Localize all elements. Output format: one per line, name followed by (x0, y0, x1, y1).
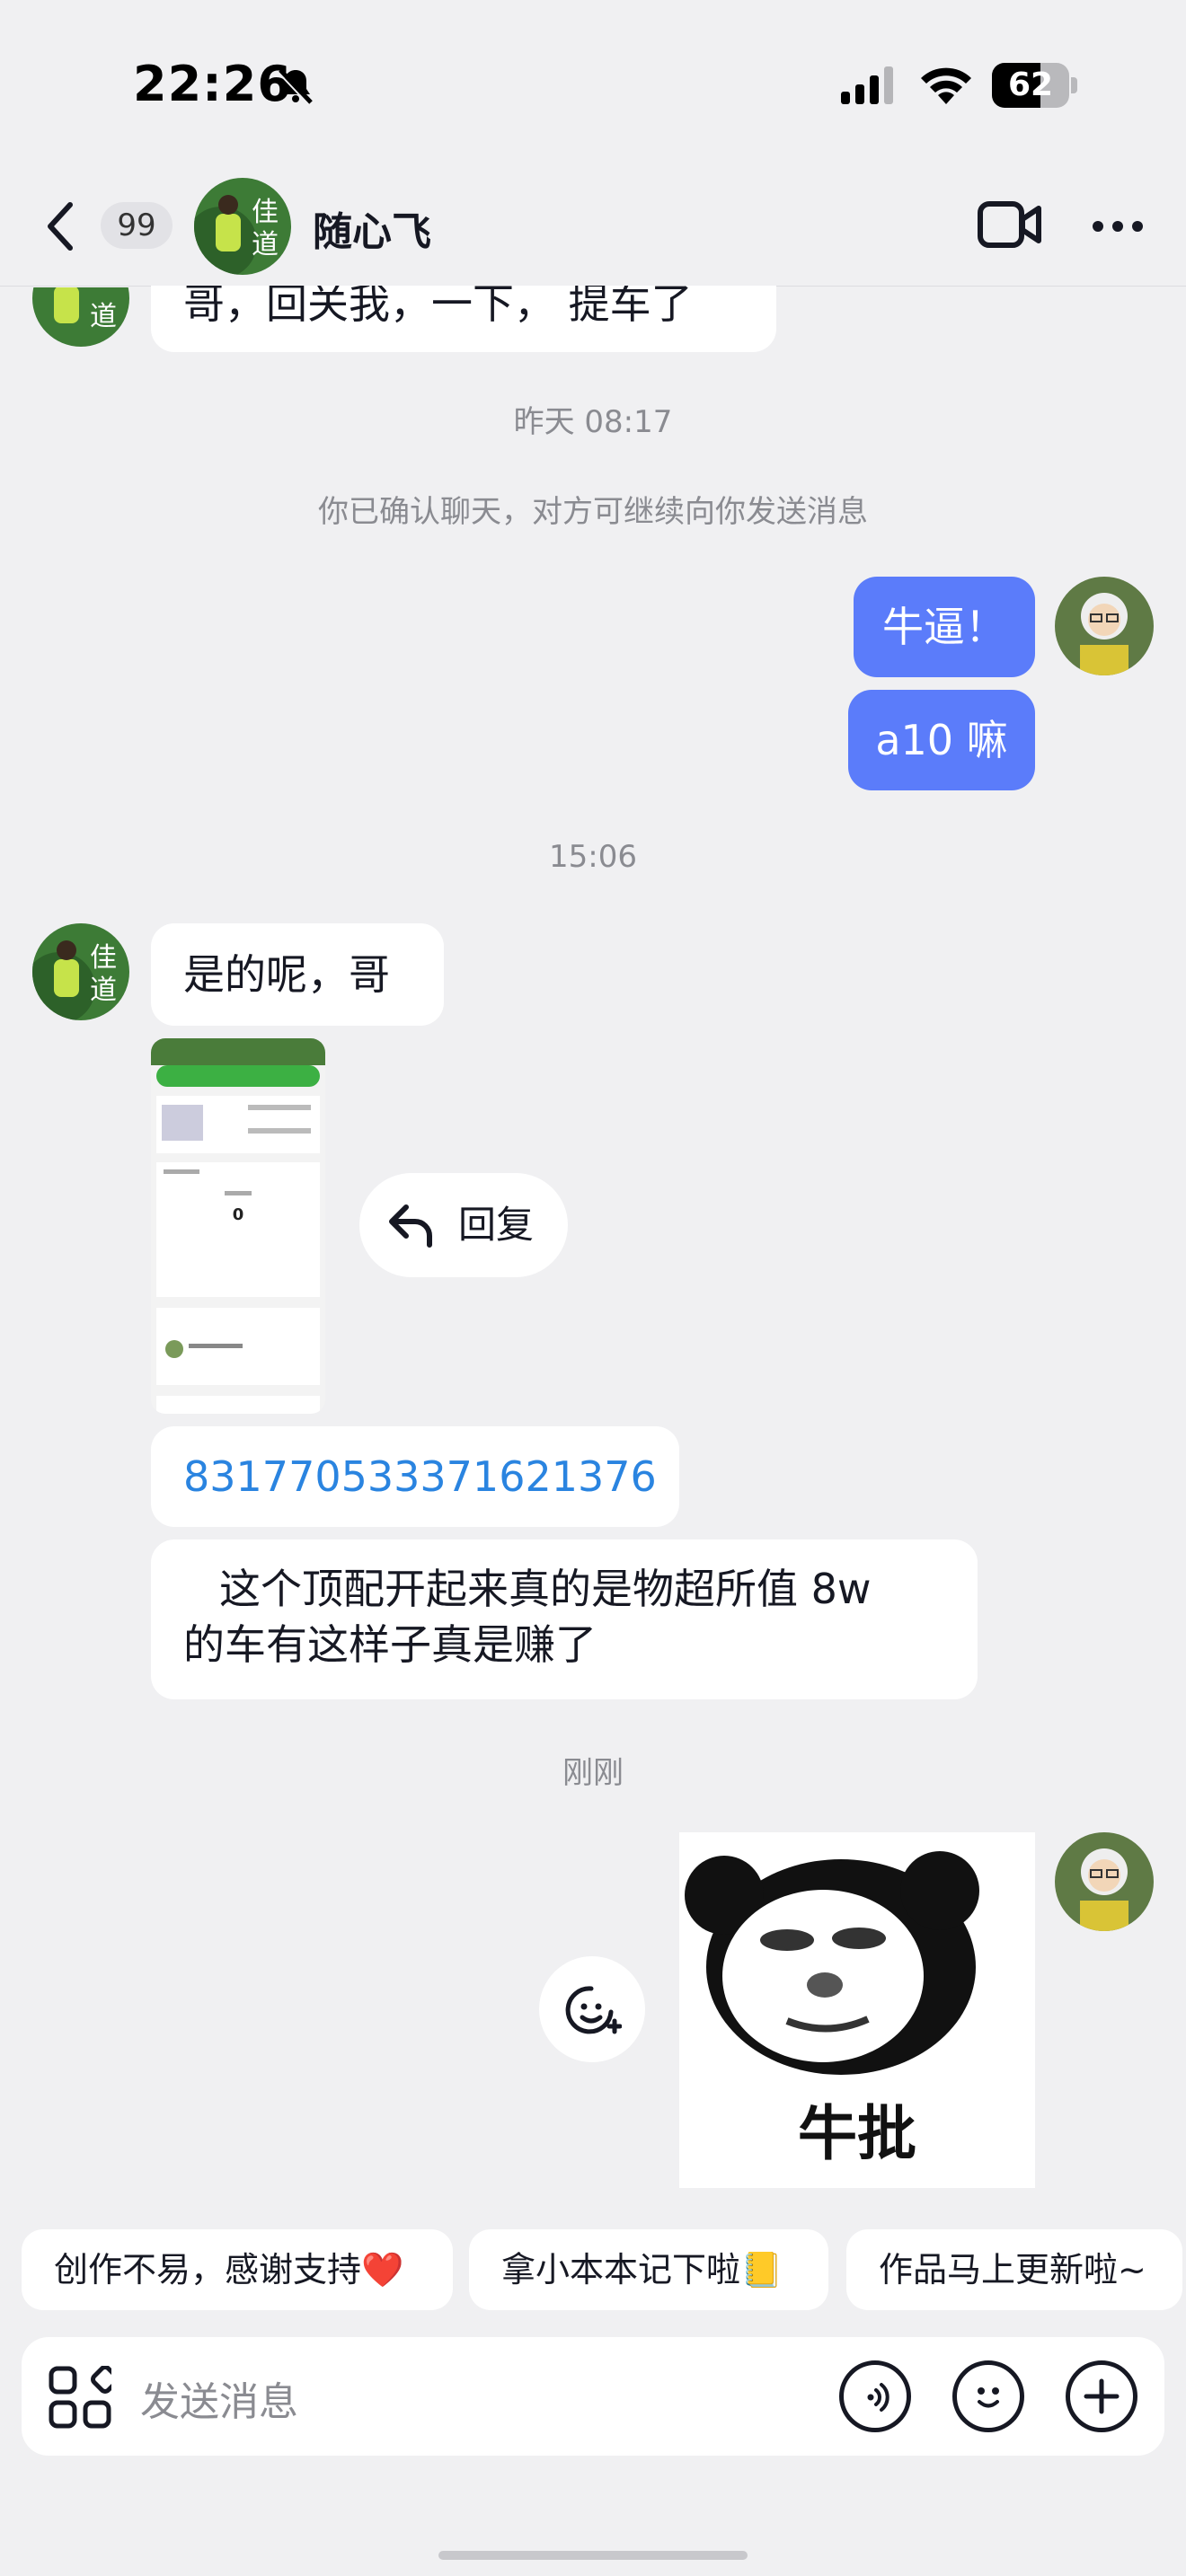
my-avatar[interactable] (1055, 1832, 1154, 1931)
quick-reply-chip[interactable]: 拿小本本记下啦📒 (469, 2229, 828, 2310)
more-options-button[interactable] (1085, 208, 1150, 244)
svg-text:道: 道 (252, 229, 279, 260)
battery-icon: 62 (992, 63, 1078, 108)
add-emoji-icon (565, 1986, 622, 2034)
message-text: 哥，回关我，一下， 提车了 (183, 286, 693, 328)
reply-arrow-icon (389, 1204, 432, 1248)
message-text-line: 这个顶配开起来真的是物超所值 8w (219, 1565, 872, 1613)
contact-avatar-msg[interactable]: 佳道 (32, 923, 129, 1020)
wifi-icon (918, 65, 974, 106)
timestamp: 15:06 (549, 839, 637, 875)
sticker-caption: 牛批 (798, 2099, 916, 2168)
signal-icon (841, 66, 898, 106)
message-bubble[interactable]: 是的呢，哥 (151, 923, 444, 1026)
more-actions-button[interactable] (1066, 2360, 1137, 2432)
message-bubble[interactable]: 这个顶配开起来真的是物超所值 8w 的车有这样子真是赚了 (151, 1539, 978, 1699)
voice-input-button[interactable] (839, 2360, 911, 2432)
quick-reply-chip[interactable]: 创作不易，感谢支持❤️ (22, 2229, 453, 2310)
home-indicator (438, 2551, 748, 2560)
message-input[interactable]: 发送消息 (140, 2369, 298, 2427)
emoji-icon (978, 2387, 999, 2408)
plus-icon (1084, 2378, 1120, 2414)
system-notice: 你已确认聊天，对方可继续向你发送消息 (318, 494, 868, 530)
quick-reply-chip[interactable]: 作品马上更新啦~ (846, 2229, 1182, 2310)
add-sticker-button[interactable] (539, 1956, 645, 2062)
unread-count-badge[interactable]: 99 (101, 202, 173, 249)
message-bubble[interactable]: 哥，回关我，一下， 提车了 (151, 286, 776, 352)
emoji-button[interactable] (952, 2360, 1024, 2432)
message-bubble[interactable]: 831770533371621376 (151, 1426, 679, 1527)
reply-button[interactable]: 回复 (359, 1173, 568, 1277)
chat-title[interactable]: 随心飞 (313, 199, 431, 257)
my-message-bubble[interactable]: a10 嘛 (848, 690, 1035, 790)
back-button[interactable] (36, 199, 90, 253)
video-call-button[interactable] (978, 199, 1042, 250)
status-time: 22:26 (133, 56, 292, 112)
svg-text:道: 道 (90, 975, 117, 1006)
apps-grid-icon[interactable] (49, 2365, 119, 2429)
phone-number-link[interactable]: 831770533371621376 (183, 1452, 657, 1501)
my-avatar[interactable] (1055, 577, 1154, 675)
image-message[interactable]: 0 (151, 1038, 325, 1414)
timestamp: 刚刚 (562, 1755, 624, 1791)
svg-text:佳: 佳 (90, 942, 117, 974)
mute-bell-icon (275, 65, 316, 106)
my-message-bubble[interactable]: 牛逼！ (854, 577, 1035, 677)
message-text: a10 嘛 (875, 716, 1008, 764)
message-text-line: 的车有这样子真是赚了 (183, 1620, 597, 1669)
message-text: 是的呢，哥 (183, 950, 390, 999)
svg-text:道: 道 (90, 301, 117, 332)
message-text: 牛逼！ (882, 603, 1006, 651)
screenshot-card-value: 0 (232, 1205, 244, 1224)
svg-text:佳: 佳 (252, 197, 279, 228)
sticker-message[interactable]: 牛批 (679, 1832, 1035, 2188)
reply-label: 回复 (458, 1203, 535, 1247)
battery-level: 62 (1007, 66, 1054, 103)
voice-icon (867, 2383, 890, 2412)
contact-avatar[interactable]: 佳道 (194, 178, 291, 275)
timestamp: 昨天 08:17 (513, 404, 673, 440)
